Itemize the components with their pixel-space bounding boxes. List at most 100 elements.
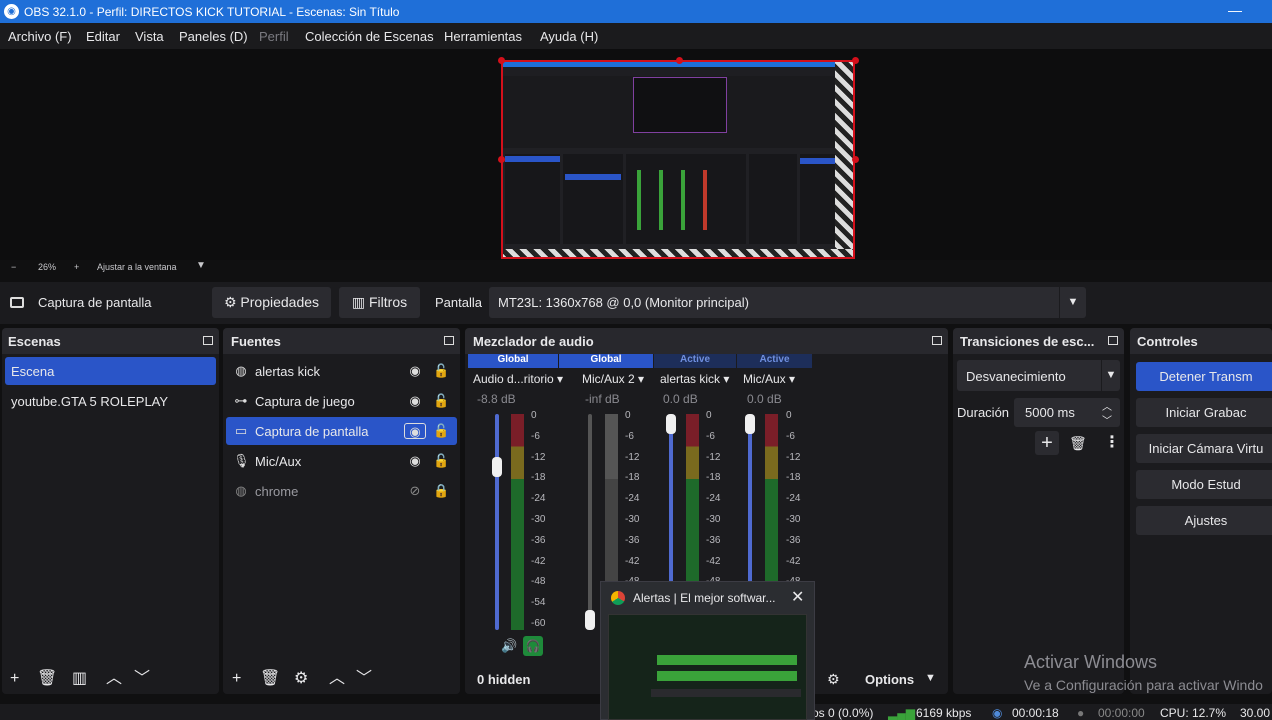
mixer-title: Mezclador de audio [473,334,594,349]
meter-tick-label: -6 [786,430,795,442]
settings-button[interactable]: Ajustes [1136,506,1272,535]
gear-icon[interactable]: ⚙ [294,671,308,687]
meter-tick-label: -12 [531,451,546,463]
fit-window-button[interactable]: Ajustar a la ventana [97,262,177,272]
eye-off-icon[interactable]: ⊘ [407,483,423,499]
unlock-icon[interactable]: 🔓 [433,393,449,409]
resize-handle[interactable] [498,57,505,64]
more-icon[interactable]: ⋮ [1104,432,1120,452]
nested-preview [633,77,727,133]
eye-icon[interactable]: ◉ [404,423,426,439]
taskbar-preview-popup[interactable]: Alertas | El mejor softwar... ✕ [600,581,815,720]
unlock-icon[interactable]: 🔓 [433,423,449,439]
unlock-icon[interactable]: 🔓 [433,453,449,469]
menu-vista[interactable]: Vista [135,29,164,44]
chevron-up-icon[interactable]: ︿ [1102,398,1112,413]
hidden-count[interactable]: 0 hidden [477,672,530,687]
source-item-label: Captura de juego [255,394,355,409]
display-select[interactable]: MT23L: 1360x768 @ 0,0 (Monitor principal… [489,287,1086,318]
trash-icon[interactable]: 🗑 [37,671,57,687]
source-item-label: alertas kick [255,364,321,379]
options-button[interactable]: Options [865,672,914,687]
headphones-icon[interactable]: 🎧 [523,636,543,656]
volume-slider[interactable] [495,414,499,630]
volume-knob[interactable] [492,457,502,478]
scene-item[interactable]: Escena [5,357,216,385]
channel-db: 0.0 dB [663,392,698,406]
channel-name[interactable]: Mic/Aux 2 ▾ [582,372,644,386]
zoom-in-button[interactable]: + [74,262,79,272]
source-item[interactable]: 🎙 Mic/Aux ◉ 🔓 [226,447,457,475]
add-icon[interactable]: + [10,671,19,687]
dock-header: Escenas [2,328,219,354]
start-recording-button[interactable]: Iniciar Grabac [1136,398,1272,427]
unlock-icon[interactable]: 🔓 [433,363,449,379]
zoom-out-button[interactable]: − [11,262,16,272]
resize-handle[interactable] [498,156,505,163]
undock-icon[interactable] [444,336,454,345]
chevron-down-icon[interactable]: ﹀ [1102,412,1112,427]
chevron-down-icon[interactable]: ﹀ [134,671,150,687]
volume-knob[interactable] [666,414,676,434]
watermark-line1: Activar Windows [1024,652,1158,672]
eye-icon[interactable]: ◉ [407,453,423,469]
chevron-up-icon[interactable]: ︿ [329,671,345,687]
menu-perfil[interactable]: Perfil [259,29,289,44]
meter-tick-label: -36 [786,534,801,546]
chevron-up-icon[interactable]: ︿ [106,671,122,687]
properties-button[interactable]: ⚙ Propiedades [212,287,331,318]
menu-archivo[interactable]: Archivo (F) [8,29,72,44]
volume-knob[interactable] [745,414,755,434]
chevron-down-icon[interactable]: ▼ [925,672,936,684]
record-icon: ● [1077,706,1085,720]
resize-handle[interactable] [676,57,683,64]
channel-name[interactable]: alertas kick ▾ [660,372,729,386]
menu-ayuda[interactable]: Ayuda (H) [540,29,598,44]
source-item[interactable]: ⊶ Captura de juego ◉ 🔓 [226,387,457,415]
source-item-label: Mic/Aux [255,454,302,469]
filter-icon[interactable]: ▥ [72,671,87,687]
trash-icon[interactable]: 🗑 [260,671,280,687]
scene-item[interactable]: youtube.GTA 5 ROLEPLAY [5,387,216,415]
resize-handle[interactable] [852,57,859,64]
close-icon[interactable]: ✕ [791,587,804,607]
chevron-down-icon[interactable]: ﹀ [356,671,372,687]
chrome-icon [611,591,625,605]
menu-herramientas[interactable]: Herramientas [444,29,522,44]
menu-paneles[interactable]: Paneles (D) [179,29,248,44]
monitor-icon [10,297,24,308]
scenes-title: Escenas [8,334,61,349]
add-icon[interactable]: + [232,671,241,687]
preview-canvas[interactable] [501,60,855,259]
volume-slider[interactable] [588,414,592,630]
channel-name[interactable]: Audio d...ritorio ▾ [473,372,563,386]
transition-select[interactable]: Desvanecimiento ▼ [957,360,1120,391]
undock-icon[interactable] [203,336,213,345]
eye-icon[interactable]: ◉ [407,363,423,379]
source-item[interactable]: ◍ alertas kick ◉ 🔓 [226,357,457,385]
menu-editar[interactable]: Editar [86,29,120,44]
source-item[interactable]: ◍ chrome ⊘ 🔒 [226,477,457,505]
undock-icon[interactable] [1108,336,1118,345]
lock-icon[interactable]: 🔒 [433,483,449,499]
undock-icon[interactable] [932,336,942,345]
minimize-icon[interactable]: — [1228,2,1242,18]
filters-button[interactable]: ▥ Filtros [339,287,420,318]
start-virtual-camera-button[interactable]: Iniciar Cámara Virtu [1136,434,1272,463]
add-icon[interactable]: + [1035,431,1059,455]
duration-input[interactable]: 5000 ms ︿ ﹀ [1014,398,1120,427]
speaker-icon[interactable]: 🔊 [501,638,517,654]
chevron-down-icon[interactable]: ▼ [196,260,206,271]
meter-tick-label: -30 [706,514,721,525]
stop-streaming-button[interactable]: Detener Transm [1136,362,1272,391]
resize-handle[interactable] [852,156,859,163]
studio-mode-button[interactable]: Modo Estud [1136,470,1272,499]
volume-knob[interactable] [585,610,595,630]
channel-name[interactable]: Mic/Aux ▾ [743,372,795,386]
trash-icon[interactable]: 🗑 [1069,435,1087,452]
eye-icon[interactable]: ◉ [407,393,423,409]
gear-icon[interactable]: ⚙ [827,671,840,688]
source-item[interactable]: ▭ Captura de pantalla ◉ 🔓 [226,417,457,445]
menu-coleccion-escenas[interactable]: Colección de Escenas [305,29,434,44]
source-item-label: Captura de pantalla [255,424,369,439]
